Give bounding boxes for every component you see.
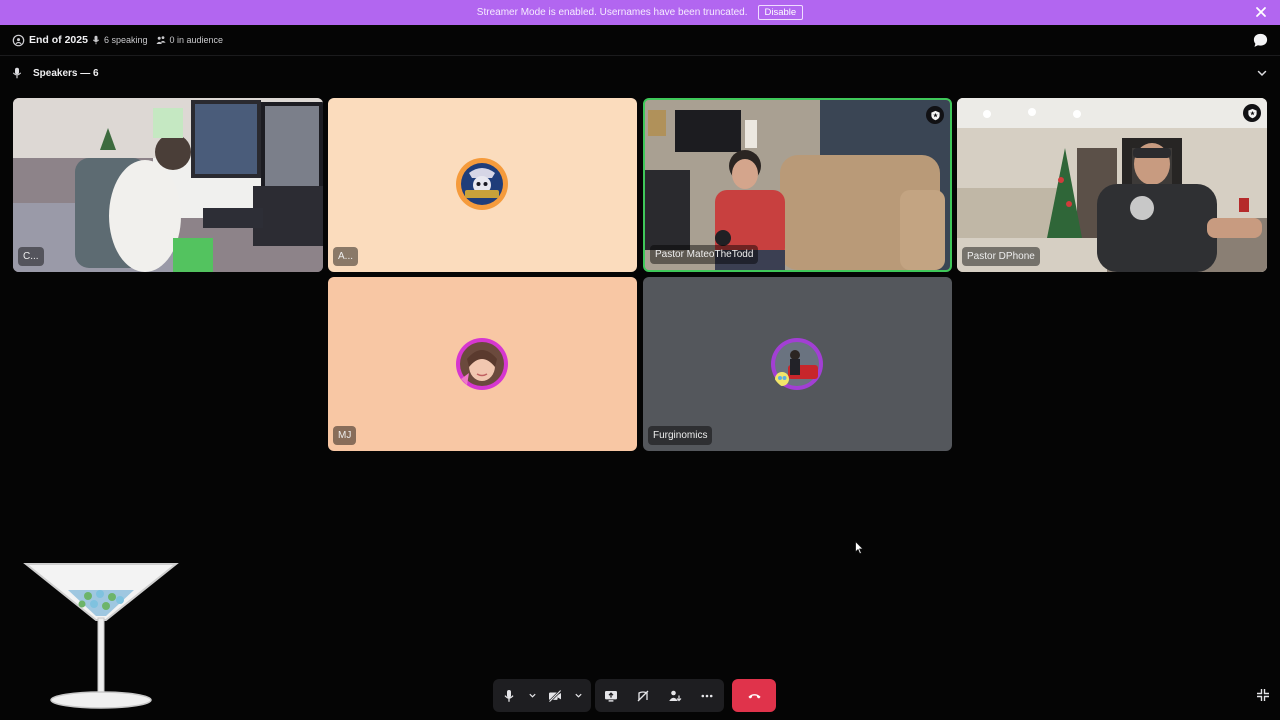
close-icon[interactable] [1254, 5, 1268, 19]
speaker-name-label: Pastor MateoTheTodd [650, 245, 759, 264]
speaker-avatar [771, 338, 823, 390]
stage-controls-group [595, 679, 724, 712]
speaker-name-label: MJ [333, 426, 357, 445]
chevron-down-icon [574, 693, 582, 698]
moderator-shield-icon [930, 110, 940, 120]
speaker-name-label: Pastor DPhone [962, 247, 1040, 266]
stage-header: End of 2025 6 speaking 0 in audience [0, 25, 1280, 56]
screen-share-icon [605, 690, 617, 702]
disable-streamer-mode-button[interactable]: Disable [757, 5, 804, 20]
speaker-name-label: A... [333, 247, 359, 266]
speaker-tile-pastor-mateothetodd[interactable]: Pastor MateoTheTodd [643, 98, 952, 272]
camera-button[interactable] [539, 679, 571, 712]
speaker-tile-c[interactable]: C... [13, 98, 323, 272]
speakers-section-header[interactable]: Speakers — 6 [0, 59, 1280, 87]
video-feed [957, 98, 1267, 272]
camera-options-button[interactable] [571, 679, 585, 712]
microphone-options-button[interactable] [525, 679, 539, 712]
speaker-tile-furginomics[interactable]: Furginomics [643, 277, 952, 451]
move-to-audience-icon [669, 690, 682, 701]
chat-bubble-icon[interactable] [1252, 32, 1269, 49]
speaker-avatar [456, 158, 508, 210]
audience-count-text: 0 in audience [169, 35, 224, 45]
moderator-badge [1243, 104, 1261, 122]
microphone-icon [92, 35, 99, 45]
av-controls-group [493, 679, 591, 712]
speaker-name-label: C... [18, 247, 44, 266]
microphone-button[interactable] [493, 679, 525, 712]
chevron-down-icon[interactable] [1256, 67, 1268, 79]
mouse-cursor [855, 541, 864, 555]
speaking-count: 6 speaking [91, 35, 148, 45]
speaker-tile-a[interactable]: A... [328, 98, 637, 272]
speaker-tile-mj[interactable]: MJ [328, 277, 637, 451]
move-to-audience-button[interactable] [659, 679, 691, 712]
chevron-down-icon [528, 693, 536, 698]
activity-button[interactable] [627, 679, 659, 712]
stage-channel-icon [12, 34, 25, 46]
disconnect-button[interactable] [732, 679, 776, 712]
streamer-mode-banner: Streamer Mode is enabled. Usernames have… [0, 0, 1280, 25]
video-feed [13, 98, 323, 272]
exit-fullscreen-icon[interactable] [1256, 688, 1270, 702]
activity-icon [637, 690, 649, 701]
streamer-mode-text: Streamer Mode is enabled. Usernames have… [476, 7, 748, 18]
camera-off-icon [548, 689, 562, 702]
speakers-label: Speakers — 6 [33, 67, 99, 79]
microphone-icon [12, 67, 22, 79]
speaker-tile-pastor-dphone[interactable]: Pastor DPhone [957, 98, 1267, 272]
audience-icon [156, 36, 167, 44]
speaker-name-label: Furginomics [648, 426, 713, 445]
more-icon [701, 694, 713, 697]
moderator-shield-icon [1247, 108, 1257, 118]
speaking-count-text: 6 speaking [103, 35, 148, 45]
speaker-avatar [456, 338, 508, 390]
screen-share-button[interactable] [595, 679, 627, 712]
stage-title: End of 2025 [29, 34, 88, 46]
microphone-icon [504, 689, 514, 702]
phone-hangup-icon [747, 694, 761, 699]
more-options-button[interactable] [691, 679, 723, 712]
moderator-badge [926, 106, 944, 124]
audience-count: 0 in audience [156, 35, 223, 45]
martini-glass-sticker [23, 563, 179, 709]
